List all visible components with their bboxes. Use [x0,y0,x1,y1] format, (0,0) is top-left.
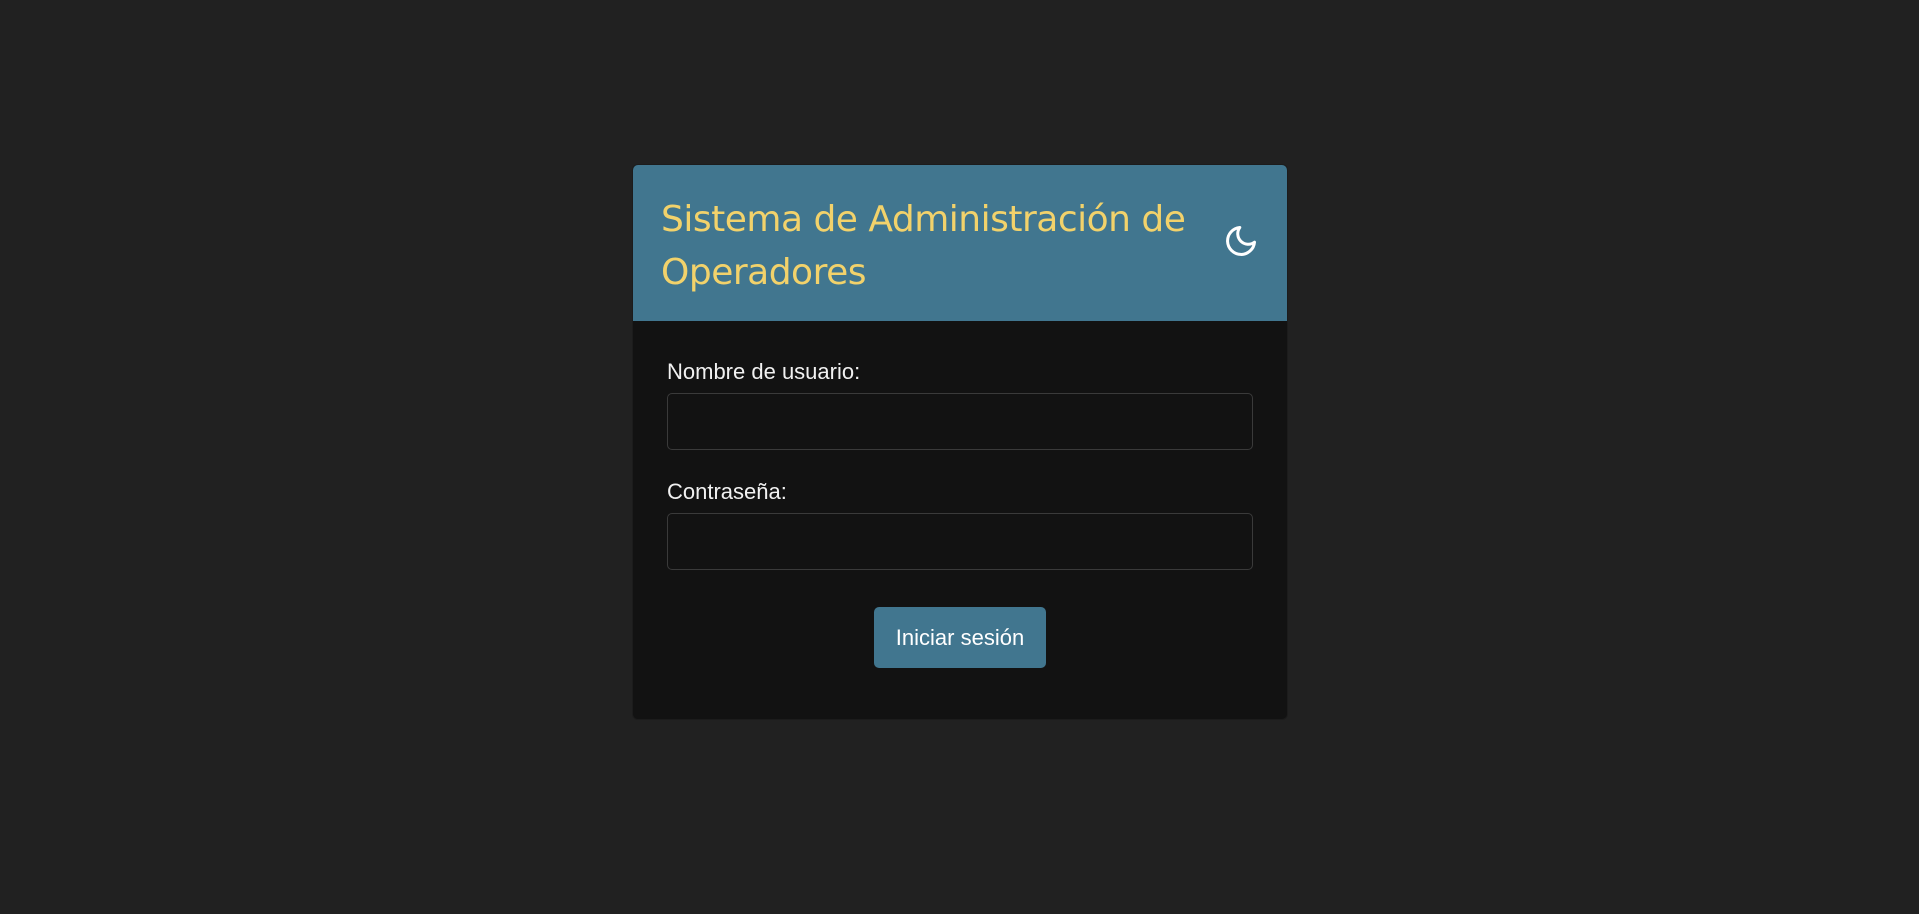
username-input[interactable] [667,393,1253,450]
page-title: Sistema de Administración de Operadores [661,199,1186,293]
button-row: Iniciar sesión [667,607,1253,668]
password-field-group: Contraseña: [667,479,1253,570]
login-card: Sistema de Administración de Operadores … [633,165,1287,719]
password-input[interactable] [667,513,1253,570]
username-label: Nombre de usuario: [667,359,861,384]
theme-toggle-button[interactable] [1221,221,1261,261]
card-header: Sistema de Administración de Operadores [633,165,1287,321]
login-form: Nombre de usuario: Contraseña: Iniciar s… [633,321,1287,668]
username-field-group: Nombre de usuario: [667,359,1253,450]
password-label: Contraseña: [667,479,787,504]
login-button[interactable]: Iniciar sesión [874,607,1046,668]
moon-icon [1226,226,1256,256]
